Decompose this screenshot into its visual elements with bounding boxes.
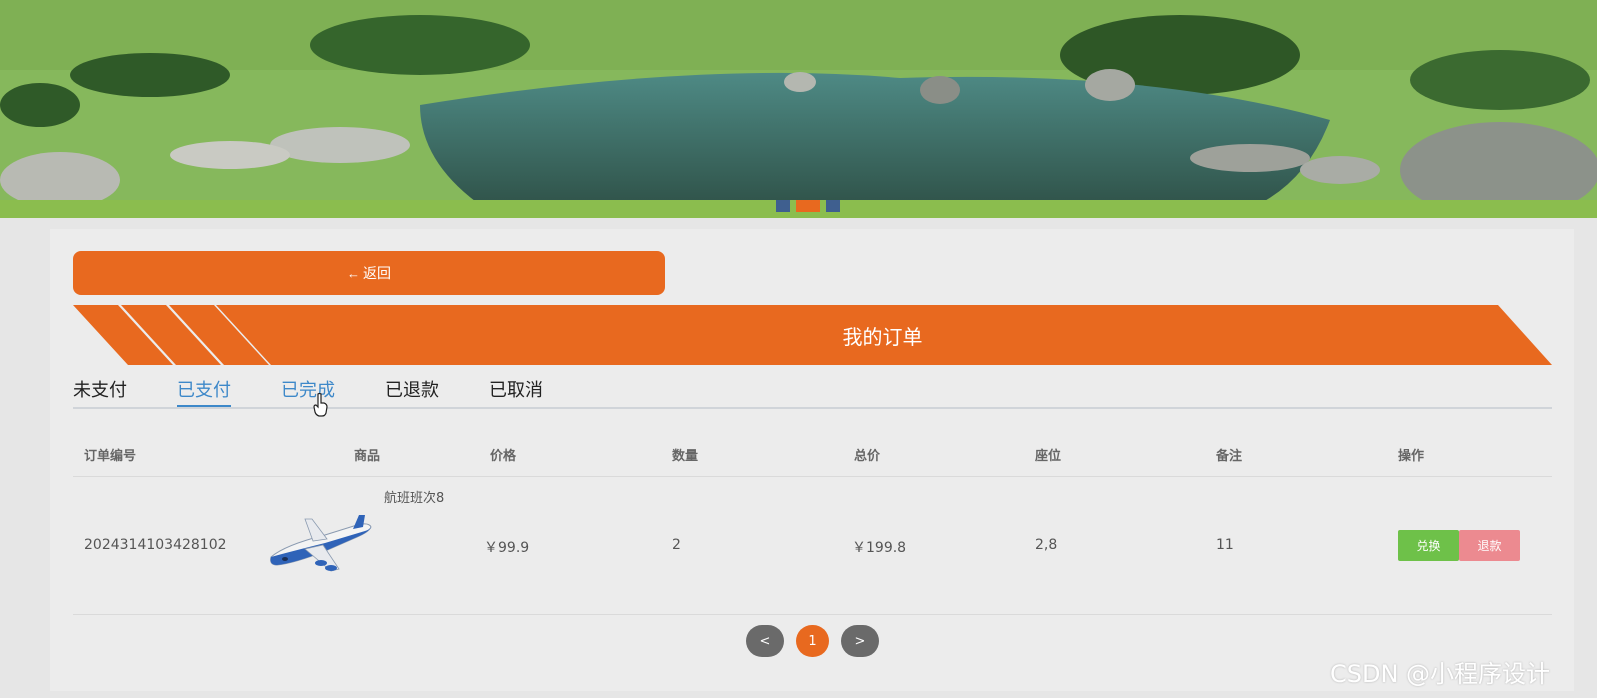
order-number: 2024314103428102: [84, 537, 227, 553]
header-total: 总价: [854, 449, 881, 464]
refund-button[interactable]: 退款: [1459, 530, 1520, 561]
watermark: CSDN @小程序设计: [1330, 660, 1551, 688]
tab-refunded[interactable]: 已退款: [385, 376, 439, 407]
airplane-image: [270, 515, 372, 572]
banner-carousel: [0, 0, 1597, 218]
carousel-dot-2[interactable]: [796, 200, 820, 212]
page-title: 我的订单: [842, 324, 923, 349]
header-remark: 备注: [1216, 449, 1243, 464]
header-order-no: 订单编号: [84, 449, 137, 464]
carousel-dot-1[interactable]: [776, 200, 790, 212]
order-status-tabs: 未支付 已支付 已完成 已退款 已取消: [73, 374, 1552, 409]
prev-page-button[interactable]: <: [746, 625, 784, 657]
carousel-dot-3[interactable]: [826, 200, 840, 212]
header-product: 商品: [354, 449, 381, 464]
back-button-label: 返回: [363, 265, 391, 281]
page-1-button[interactable]: 1: [796, 625, 829, 657]
price: ￥99.9: [484, 540, 530, 556]
header-quantity: 数量: [672, 449, 699, 464]
table-header: 订单编号 商品 价格 数量 总价 座位 备注 操作: [73, 433, 1552, 477]
quantity: 2: [672, 537, 681, 553]
banner-landscape-image: [0, 0, 1597, 218]
header-actions: 操作: [1398, 449, 1425, 464]
total-price: ￥199.8: [852, 540, 907, 556]
header-price: 价格: [490, 449, 517, 464]
exchange-button[interactable]: 兑换: [1398, 530, 1459, 561]
tab-cancelled[interactable]: 已取消: [489, 376, 543, 407]
table-row: 2024314103428102 航班班次8 ￥99.9 2 ￥199.8 2,…: [73, 477, 1552, 615]
arrow-left-icon: ←: [347, 265, 360, 281]
carousel-indicators: [776, 200, 840, 212]
tab-unpaid[interactable]: 未支付: [73, 376, 127, 407]
next-page-button[interactable]: >: [841, 625, 879, 657]
pagination: < 1 >: [746, 625, 879, 657]
product-name: 航班班次8: [384, 491, 445, 506]
header-seat: 座位: [1035, 449, 1062, 464]
hand-pointer-cursor-icon: [313, 393, 328, 417]
seat: 2,8: [1035, 537, 1058, 553]
tab-paid[interactable]: 已支付: [177, 376, 231, 407]
remark: 11: [1216, 537, 1234, 553]
back-button[interactable]: ← 返回: [73, 251, 665, 295]
